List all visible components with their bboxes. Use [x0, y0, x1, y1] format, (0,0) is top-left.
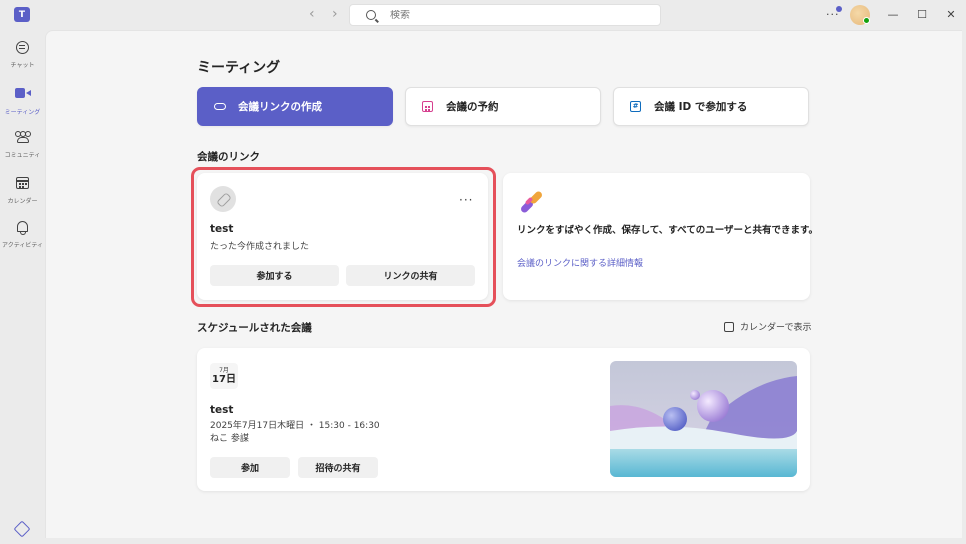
more-options-button[interactable]: ··· [459, 193, 473, 207]
teams-logo-icon[interactable]: T [14, 7, 30, 22]
join-link-button[interactable]: 参加する [210, 265, 339, 286]
join-with-id-button[interactable]: # 会議 ID で参加する [613, 87, 809, 126]
forward-arrow-icon[interactable]: › [332, 7, 338, 21]
meeting-icon [14, 88, 31, 98]
maximize-button[interactable]: ☐ [916, 8, 928, 21]
meeting-name: test [210, 404, 234, 416]
meeting-link-name: test [210, 223, 234, 235]
rail-label: コミュニティ [4, 152, 41, 159]
calendar-icon [422, 100, 433, 112]
premium-diamond-icon[interactable] [13, 520, 31, 538]
scheduled-meetings-heading: スケジュールされた会議 [197, 322, 312, 334]
rail-item-calendar[interactable]: カレンダー [0, 175, 45, 205]
colorful-link-icon [518, 189, 544, 215]
rail-label: カレンダー [7, 198, 38, 205]
minimize-button[interactable]: — [887, 8, 899, 21]
link-icon [214, 102, 226, 110]
link-promo-card [503, 173, 810, 300]
view-in-calendar-label: カレンダーで表示 [740, 323, 812, 333]
link-icon [210, 186, 236, 212]
presence-available-icon [863, 17, 870, 24]
rail-item-chat[interactable]: チャット [0, 40, 45, 69]
promo-text: リンクをすばやく作成、保存して、すべてのユーザーと共有できます。 [517, 225, 819, 236]
abstract-spheres-image [610, 361, 797, 477]
rail-item-community[interactable]: コミュニティ [0, 130, 45, 159]
meeting-links-heading: 会議のリンク [197, 151, 260, 163]
highlight-outline [191, 167, 496, 307]
bell-icon [17, 221, 28, 235]
page-title: ミーティング [197, 60, 281, 76]
search-input[interactable] [390, 9, 630, 21]
rail-label: チャット [10, 62, 35, 69]
meeting-link-status: たった今作成されました [210, 242, 310, 252]
calendar-icon [16, 177, 29, 189]
rail-item-meeting[interactable]: ミーティング [0, 85, 45, 116]
date-month: 7月 [219, 367, 229, 374]
rail-label: ミーティング [4, 109, 41, 116]
rail-item-activity[interactable]: アクティビティ [0, 220, 45, 249]
notification-dot [836, 6, 842, 12]
back-arrow-icon[interactable]: ‹ [309, 7, 315, 21]
create-meeting-link-button[interactable]: 会議リンクの作成 [197, 87, 393, 126]
meeting-organizer: ねこ 参謀 [210, 434, 249, 444]
share-link-button[interactable]: リンクの共有 [346, 265, 475, 286]
join-with-id-label: 会議 ID で参加する [654, 101, 748, 113]
date-badge: 7月 17日 [210, 363, 238, 389]
chat-icon [16, 41, 29, 54]
learn-more-link[interactable]: 会議のリンクに関する詳細情報 [517, 256, 643, 269]
schedule-meeting-button[interactable]: 会議の予約 [405, 87, 601, 126]
calendar-icon [724, 321, 734, 332]
meeting-datetime: 2025年7月17日木曜日 ・ 15:30 - 16:30 [210, 421, 380, 431]
view-in-calendar-button[interactable]: カレンダーで表示 [724, 320, 811, 333]
community-icon [14, 131, 31, 145]
search-icon [366, 10, 376, 20]
date-day: 17日 [212, 374, 236, 385]
close-button[interactable]: ✕ [945, 8, 957, 21]
schedule-meeting-label: 会議の予約 [446, 101, 499, 113]
meeting-illustration [610, 361, 797, 477]
create-meeting-link-label: 会議リンクの作成 [238, 101, 322, 113]
share-invite-button[interactable]: 招待の共有 [298, 457, 378, 478]
title-bar: T ‹ › ··· — ☐ ✕ [0, 0, 966, 30]
rail-label: アクティビティ [2, 242, 43, 249]
join-meeting-button[interactable]: 参加 [210, 457, 290, 478]
search-box[interactable] [349, 4, 661, 26]
hash-icon: # [630, 100, 641, 112]
